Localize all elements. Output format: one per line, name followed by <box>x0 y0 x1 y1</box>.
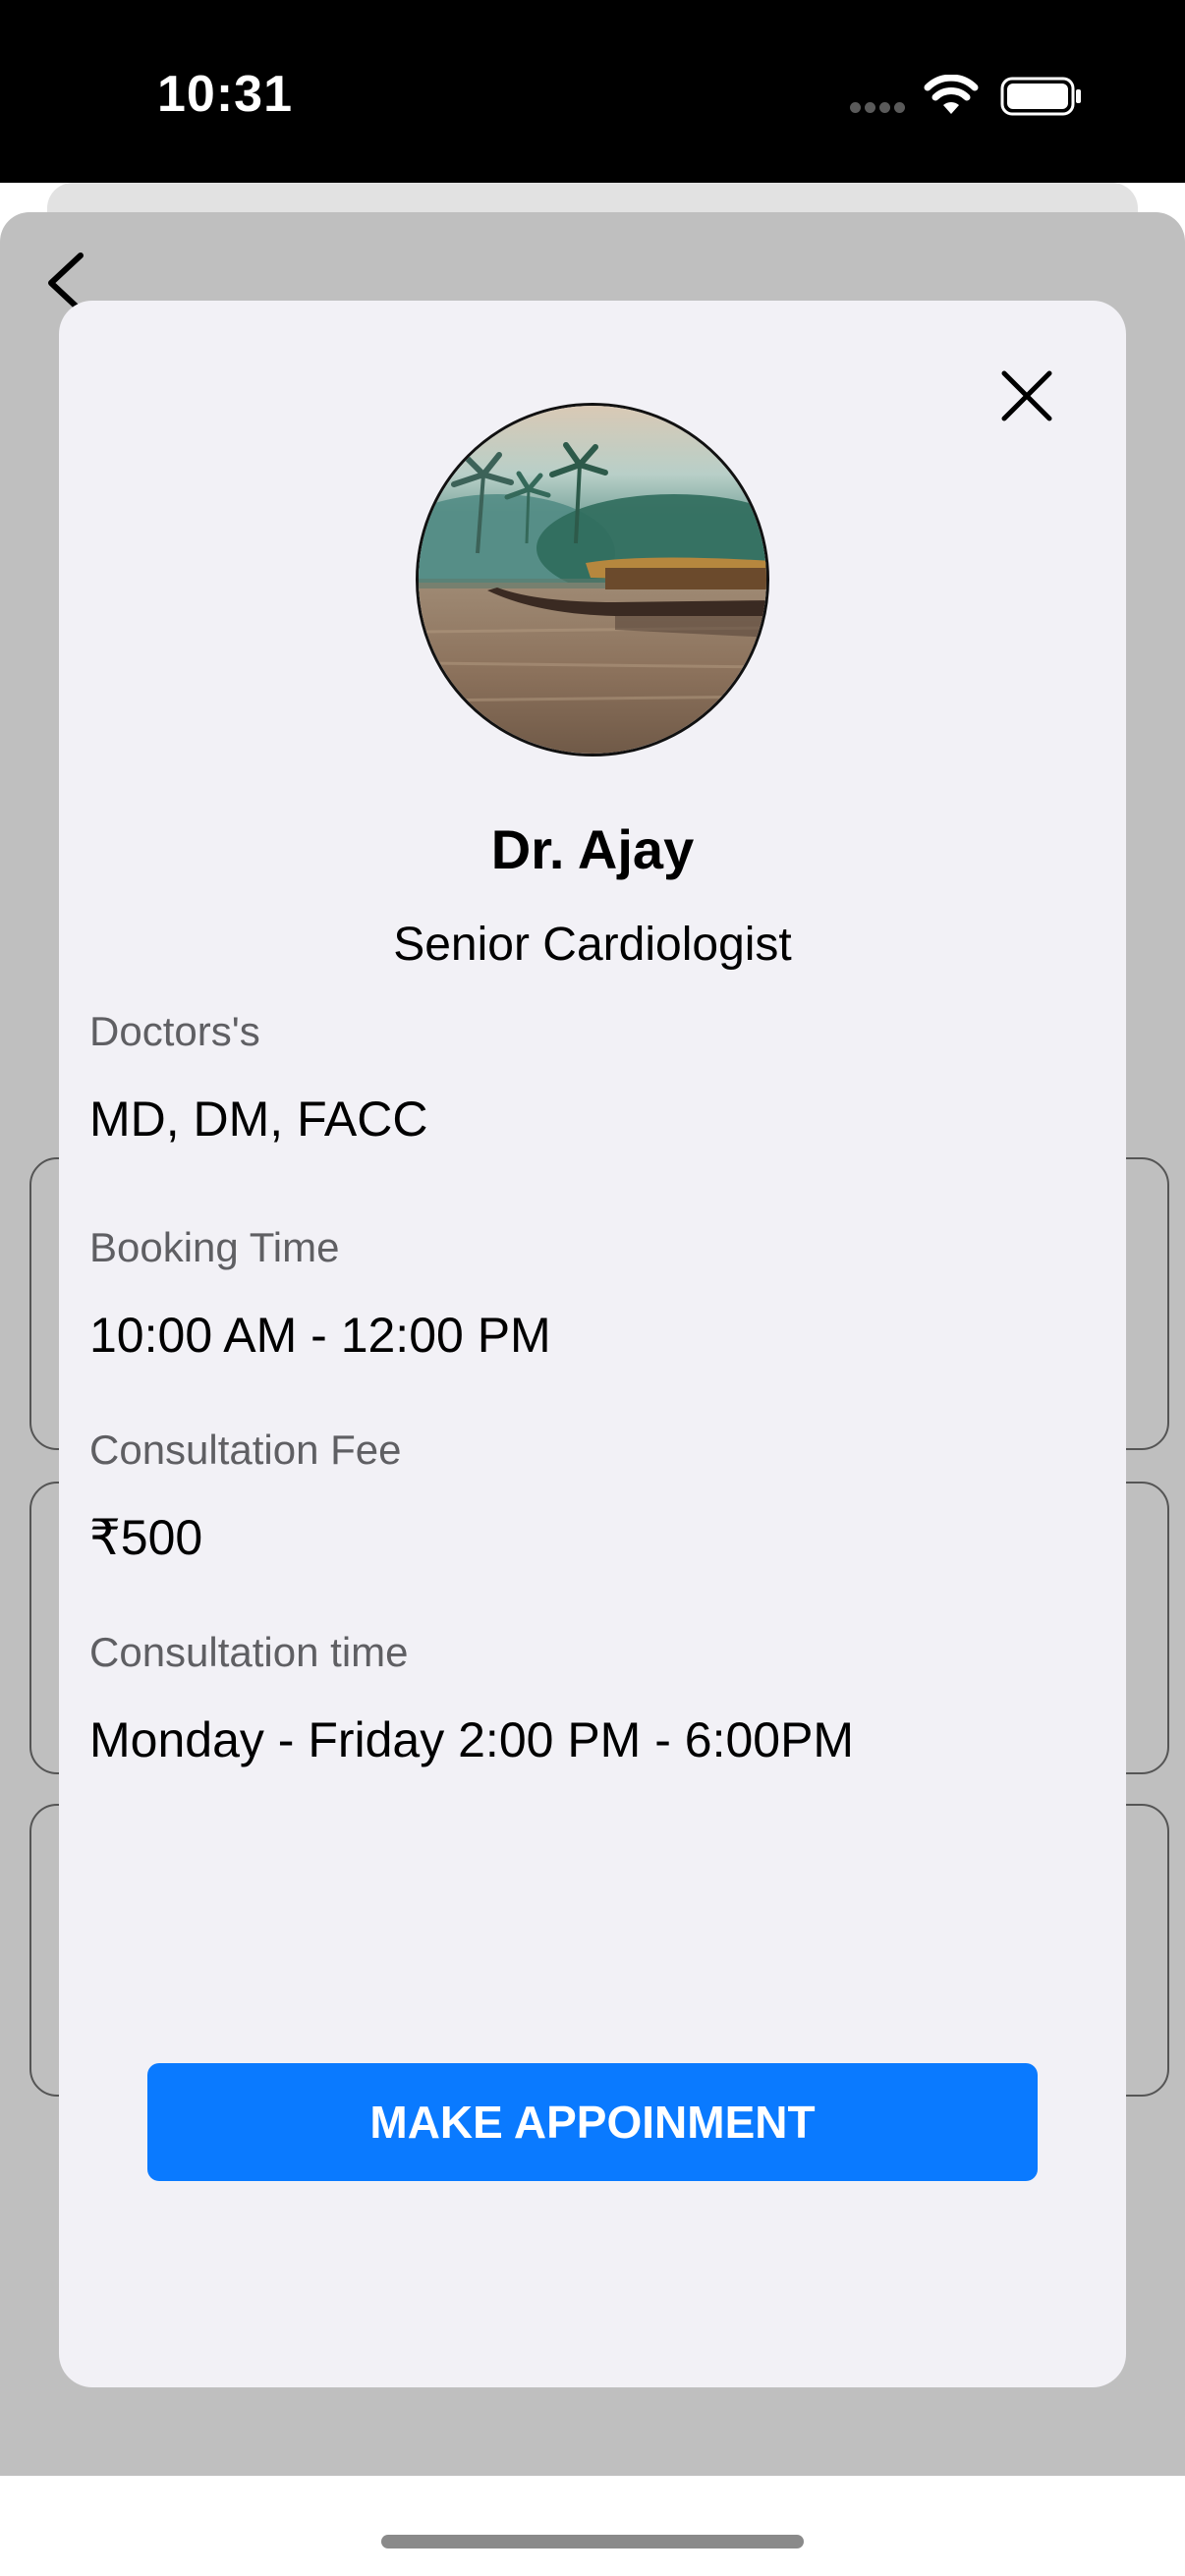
home-indicator[interactable] <box>381 2535 804 2548</box>
booking-time-label: Booking Time <box>89 1224 340 1270</box>
wifi-icon <box>924 75 979 114</box>
status-bar: 10:31 <box>0 0 1185 183</box>
make-appointment-button[interactable]: MAKE APPOINMENT <box>147 2063 1038 2181</box>
doctor-avatar <box>416 403 769 756</box>
consultation-fee-value: ₹500 <box>89 1510 203 1565</box>
status-time: 10:31 <box>157 66 293 123</box>
consultation-time-label: Consultation time <box>89 1629 409 1675</box>
signal-dots-icon <box>850 102 907 116</box>
doctor-specialty: Senior Cardiologist <box>393 919 792 971</box>
consultation-time-value: Monday - Friday 2:00 PM - 6:00PM <box>89 1712 855 1767</box>
consultation-fee-label: Consultation Fee <box>89 1427 402 1473</box>
booking-time-value: 10:00 AM - 12:00 PM <box>89 1308 551 1363</box>
qualifications-value: MD, DM, FACC <box>89 1092 428 1147</box>
doctor-name: Dr. Ajay <box>490 818 695 880</box>
doctor-detail-modal: Dr. Ajay Senior Cardiologist Doctors's M… <box>59 301 1126 2387</box>
close-icon[interactable] <box>1000 369 1053 422</box>
battery-icon <box>1000 77 1081 116</box>
qualifications-label: Doctors's <box>89 1008 260 1054</box>
backwaters-houseboat-photo <box>419 406 766 754</box>
